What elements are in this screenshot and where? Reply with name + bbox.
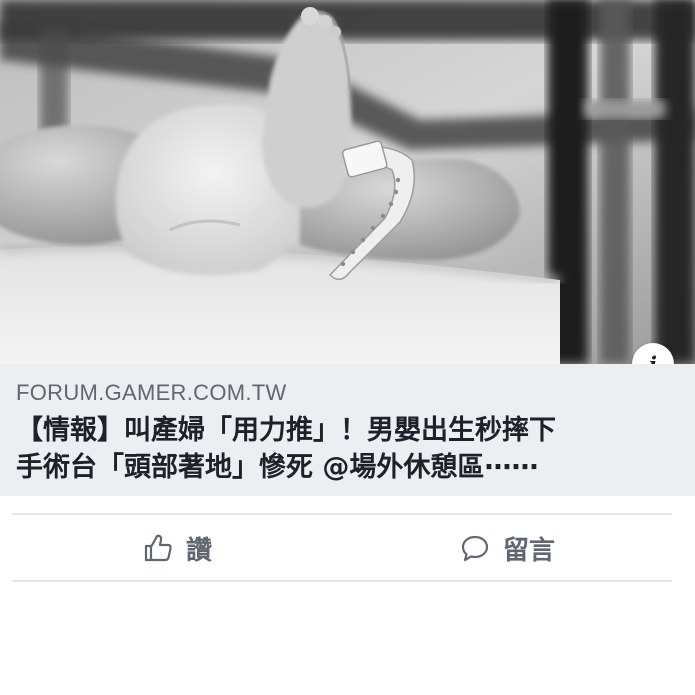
speech-bubble-icon — [461, 535, 489, 562]
facebook-link-post: i FORUM.GAMER.COM.TW 【情報】叫產婦「用力推」！男嬰出生秒摔… — [0, 0, 695, 695]
thumbs-up-icon — [144, 534, 172, 562]
link-headline-line-1: 【情報】叫產婦「用力推」！男嬰出生秒摔下 — [16, 415, 556, 446]
action-bar: 讚 留言 — [12, 515, 672, 581]
link-caption[interactable]: FORUM.GAMER.COM.TW 【情報】叫產婦「用力推」！男嬰出生秒摔下 … — [0, 364, 695, 496]
comment-label: 留言 — [502, 535, 555, 566]
link-domain: FORUM.GAMER.COM.TW — [16, 380, 287, 405]
like-button[interactable]: 讚 — [12, 515, 342, 581]
comment-button[interactable]: 留言 — [342, 515, 672, 581]
action-bar-bottom-divider — [12, 580, 672, 582]
baby-photo — [0, 0, 695, 364]
info-icon: i — [649, 351, 657, 365]
link-preview-image[interactable]: i — [0, 0, 695, 364]
link-headline-line-2: 手術台「頭部著地」慘死 @場外休憩區⋯⋯ — [16, 452, 539, 483]
like-label: 讚 — [185, 535, 212, 566]
